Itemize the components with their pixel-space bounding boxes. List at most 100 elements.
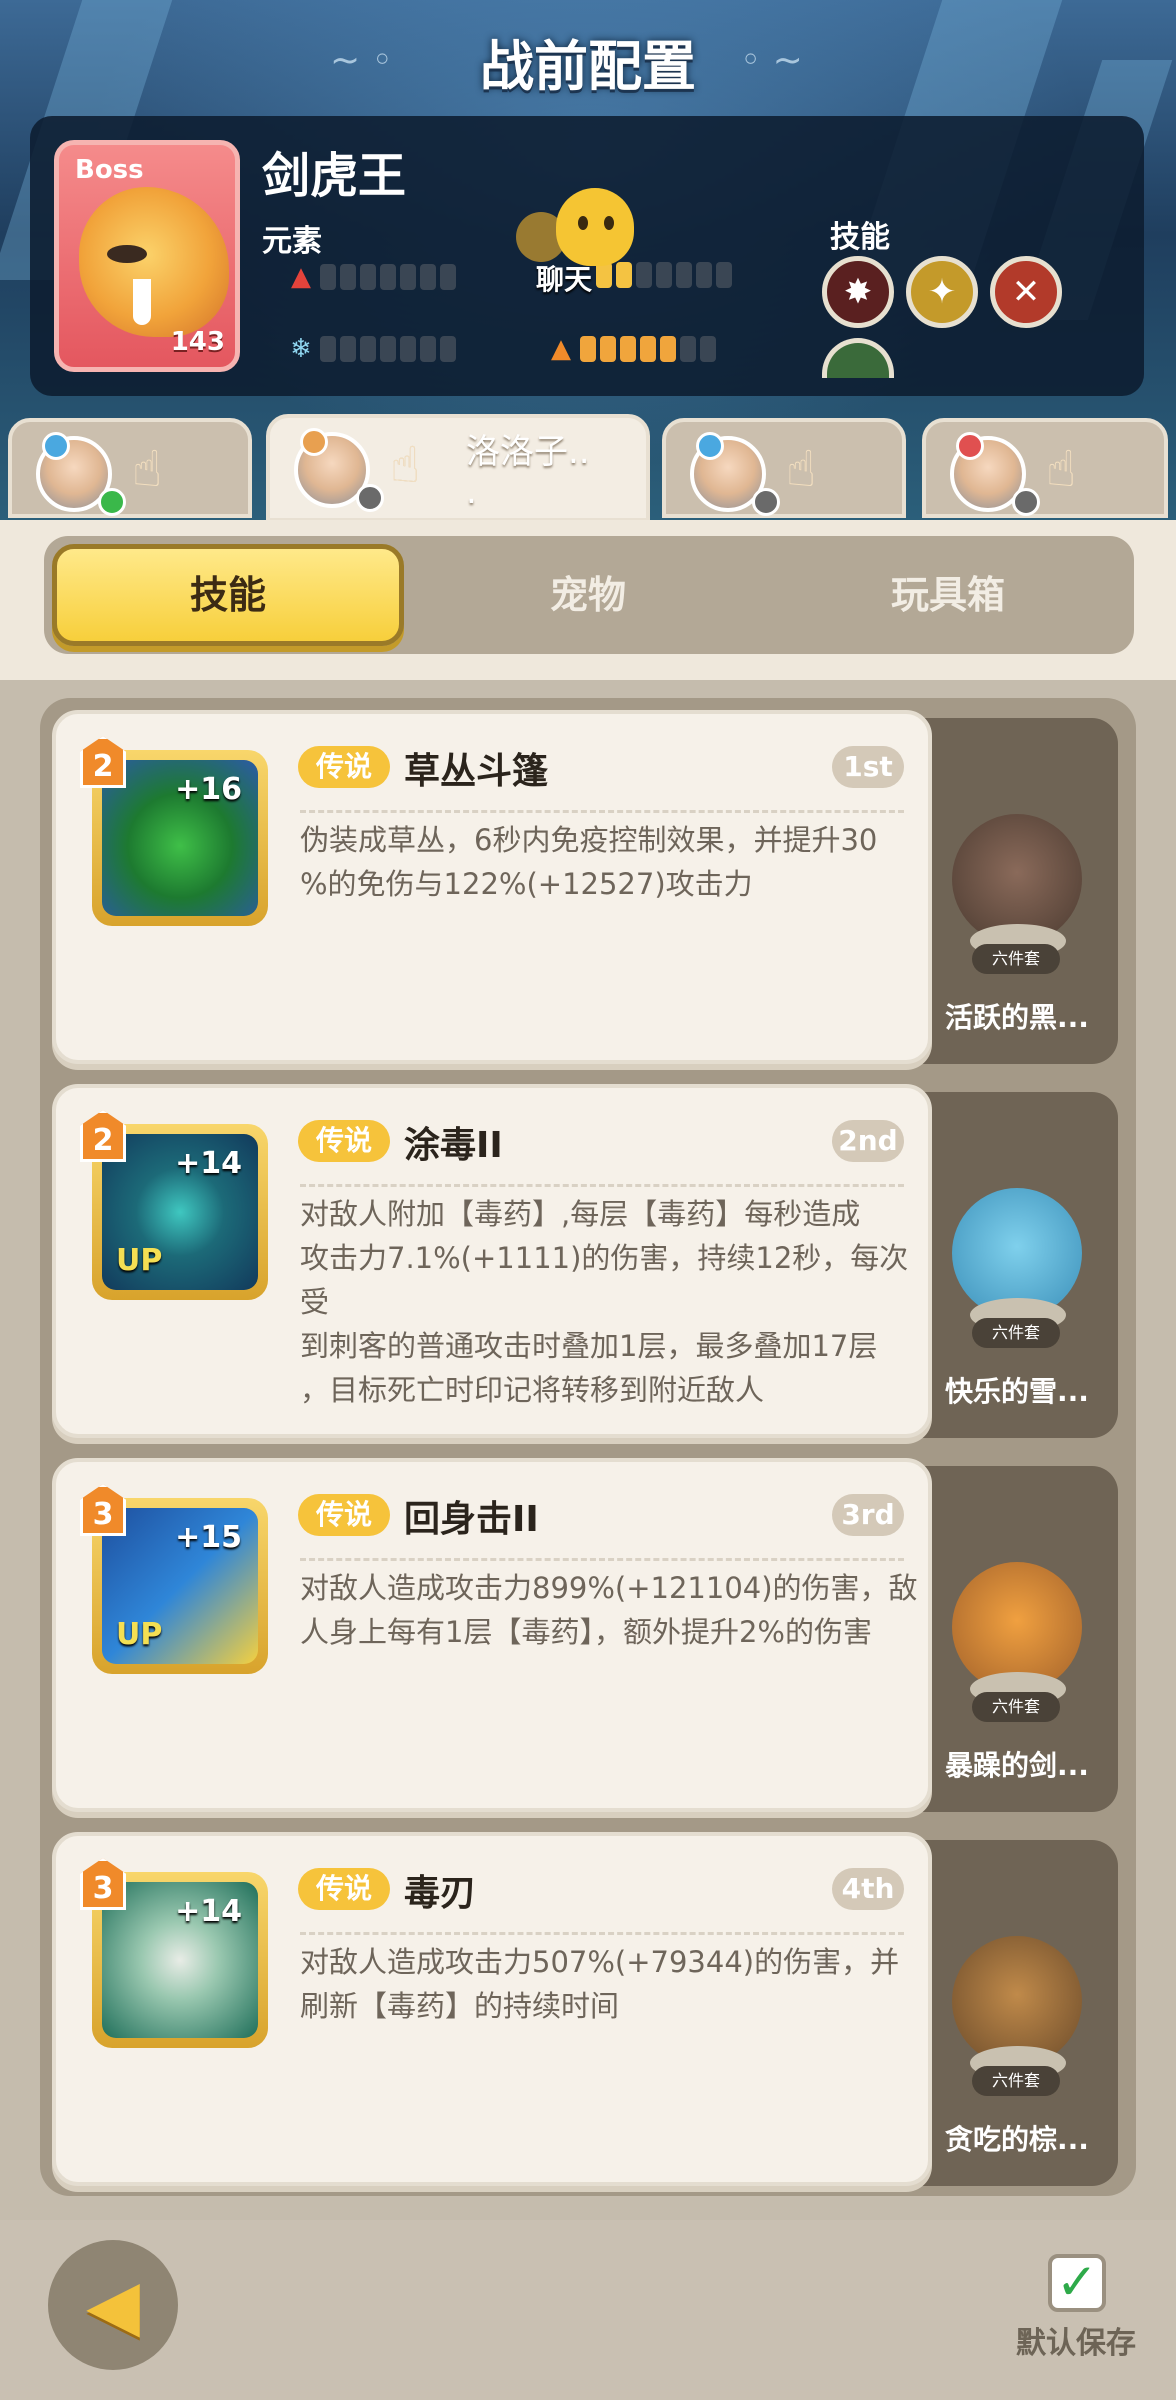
back-button[interactable]: ◀ — [48, 2240, 178, 2370]
skill-level-badge: 2 — [80, 736, 126, 788]
rarity-badge: 传说 — [298, 1120, 390, 1162]
class-badge-icon — [956, 432, 984, 460]
boss-skill-bite-icon[interactable]: ✸ — [822, 256, 894, 328]
skill-card[interactable]: +15 UP 3 传说 回身击II 3rd 对敌人造成攻击力899%(+1211… — [52, 1458, 932, 1812]
upgrade-up-label: UP — [116, 1243, 163, 1278]
chat-emoji-icon[interactable] — [556, 188, 634, 266]
boss-name: 剑虎王 — [262, 148, 407, 204]
tab-toybox[interactable]: 玩具箱 — [772, 544, 1124, 646]
arrow-left-icon: ◀ — [86, 2264, 140, 2346]
light-element-bar — [596, 262, 732, 288]
controller-badge-icon — [1012, 488, 1040, 516]
skill-level-badge: 2 — [80, 1110, 126, 1162]
category-tab-bar: 技能 宠物 玩具箱 — [44, 536, 1134, 654]
skill-card[interactable]: +14 3 传说 毒刃 4th 对敌人造成攻击力507%(+79344)的伤害，… — [52, 1832, 932, 2186]
class-badge-icon — [696, 432, 724, 460]
mountain-icon: ▲ — [551, 334, 571, 364]
skill-plus: +14 — [175, 1894, 242, 1929]
pet-set-label: 六件套 — [972, 1692, 1060, 1722]
skill-name: 涂毒II — [404, 1125, 503, 1166]
skill-card[interactable]: +14 UP 2 传说 涂毒II 2nd 对敌人附加【毒药】,每层【毒药】每秒造… — [52, 1084, 932, 1438]
skill-plus: +16 — [175, 772, 242, 807]
pet-slot[interactable]: 六件套 贪吃的棕... — [912, 1840, 1118, 2186]
skill-name: 毒刃 — [404, 1873, 477, 1914]
skill-description: 对敌人造成攻击力507%(+79344)的伤害，并 刷新【毒药】的持续时间 — [300, 1945, 900, 2023]
pointing-hand-icon: ☝ — [390, 436, 421, 494]
skill-name: 回身击II — [404, 1499, 539, 1540]
skill-plus: +15 — [175, 1520, 242, 1555]
page-title: 战前配置 — [480, 35, 696, 98]
boss-level: 143 — [170, 327, 225, 357]
default-save-label[interactable]: 默认保存 — [1016, 2318, 1136, 2362]
tab-pets[interactable]: 宠物 — [412, 544, 764, 646]
skill-card[interactable]: +16 2 传说 草丛斗篷 1st 伪装成草丛，6秒内免疫控制效果，并提升30 … — [52, 710, 932, 1064]
element-label: 元素 — [262, 224, 322, 259]
hero-tab-4[interactable]: ☝ — [922, 418, 1168, 518]
sabertooth-avatar-icon — [79, 187, 229, 337]
skill-icon-frame[interactable]: +16 2 — [80, 736, 268, 926]
boss-skill-partial-icon[interactable] — [822, 338, 894, 378]
boss-skill-claw-icon[interactable]: ✦ — [906, 256, 978, 328]
skill-level-badge: 3 — [80, 1858, 126, 1910]
controller-badge-icon — [98, 488, 126, 516]
skill-icon-frame[interactable]: +14 UP 2 — [80, 1110, 268, 1300]
skill-plus: +14 — [175, 1146, 242, 1181]
boss-tag: Boss — [75, 155, 144, 185]
hero-name: 洛洛子.. . — [466, 432, 590, 512]
class-badge-icon — [42, 432, 70, 460]
fire-icon: ▲ — [291, 262, 311, 292]
skill-icon-frame[interactable]: +15 UP 3 — [80, 1484, 268, 1674]
rank-badge: 4th — [832, 1868, 904, 1910]
ice-element-bar: ❄ — [286, 334, 456, 364]
pet-name: 贪吃的棕... — [945, 2123, 1089, 2156]
pet-name: 暴躁的剑... — [945, 1749, 1089, 1782]
divider — [300, 1558, 904, 1561]
pointing-hand-icon: ☝ — [1046, 440, 1077, 498]
class-badge-icon — [300, 428, 328, 456]
rarity-badge: 传说 — [298, 1494, 390, 1536]
skill-description: 伪装成草丛，6秒内免疫控制效果，并提升30 %的免伤与122%(+12527)攻… — [300, 823, 878, 901]
snowflake-icon: ❄ — [290, 334, 312, 364]
fire-element-bar: ▲ — [286, 262, 456, 292]
boss-skill-slash-icon[interactable]: ✕ — [990, 256, 1062, 328]
pointing-hand-icon: ☝ — [786, 440, 817, 498]
pet-slot[interactable]: 六件套 快乐的雪... — [912, 1092, 1118, 1438]
divider — [300, 1932, 904, 1935]
chat-label[interactable]: 聊天 — [536, 258, 592, 298]
rank-badge: 2nd — [832, 1120, 904, 1162]
skill-row-3[interactable]: 六件套 暴躁的剑... +15 UP 3 传说 回身击II 3rd 对敌人造成攻… — [52, 1458, 1118, 1812]
pet-name: 快乐的雪... — [945, 1375, 1089, 1408]
controller-badge-icon — [752, 488, 780, 516]
skill-icon-frame[interactable]: +14 3 — [80, 1858, 268, 2048]
skill-description: 对敌人造成攻击力899%(+121104)的伤害，敌 人身上每有1层【毒药】，额… — [300, 1571, 918, 1649]
upgrade-up-label: UP — [116, 1617, 163, 1652]
divider — [300, 1184, 904, 1187]
pet-slot[interactable]: 六件套 暴躁的剑... — [912, 1466, 1118, 1812]
pet-set-label: 六件套 — [972, 2066, 1060, 2096]
skills-label: 技能 — [830, 220, 890, 255]
skill-row-2[interactable]: 六件套 快乐的雪... +14 UP 2 传说 涂毒II 2nd 对敌人附加【毒… — [52, 1084, 1118, 1438]
rank-badge: 3rd — [832, 1494, 904, 1536]
skill-description: 对敌人附加【毒药】,每层【毒药】每秒造成 攻击力7.1%(+1111)的伤害，持… — [300, 1197, 909, 1407]
pet-slot[interactable]: 六件套 活跃的黑... — [912, 718, 1118, 1064]
default-save-checkbox[interactable]: ✓ — [1048, 2254, 1106, 2312]
rarity-badge: 传说 — [298, 746, 390, 788]
pet-set-label: 六件套 — [972, 1318, 1060, 1348]
controller-badge-icon — [356, 484, 384, 512]
hero-tab-1[interactable]: ☝ — [8, 418, 252, 518]
rarity-badge: 传说 — [298, 1868, 390, 1910]
pet-name: 活跃的黑... — [945, 1001, 1089, 1034]
hero-tab-2[interactable]: ☝ 洛洛子.. . — [266, 414, 650, 522]
skill-row-1[interactable]: 六件套 活跃的黑... +16 2 传说 草丛斗篷 1st 伪装成草丛，6秒内免… — [52, 710, 1118, 1064]
hero-tab-3[interactable]: ☝ — [662, 418, 906, 518]
divider — [300, 810, 904, 813]
earth-element-bar: ▲ — [546, 334, 716, 364]
skill-level-badge: 3 — [80, 1484, 126, 1536]
tab-skills[interactable]: 技能 — [52, 544, 404, 646]
boss-portrait[interactable]: Boss 143 — [54, 140, 240, 372]
pointing-hand-icon: ☝ — [132, 440, 163, 498]
rank-badge: 1st — [832, 746, 904, 788]
pet-set-label: 六件套 — [972, 944, 1060, 974]
skill-row-4[interactable]: 六件套 贪吃的棕... +14 3 传说 毒刃 4th 对敌人造成攻击力507%… — [52, 1832, 1118, 2186]
skill-name: 草丛斗篷 — [404, 751, 549, 792]
